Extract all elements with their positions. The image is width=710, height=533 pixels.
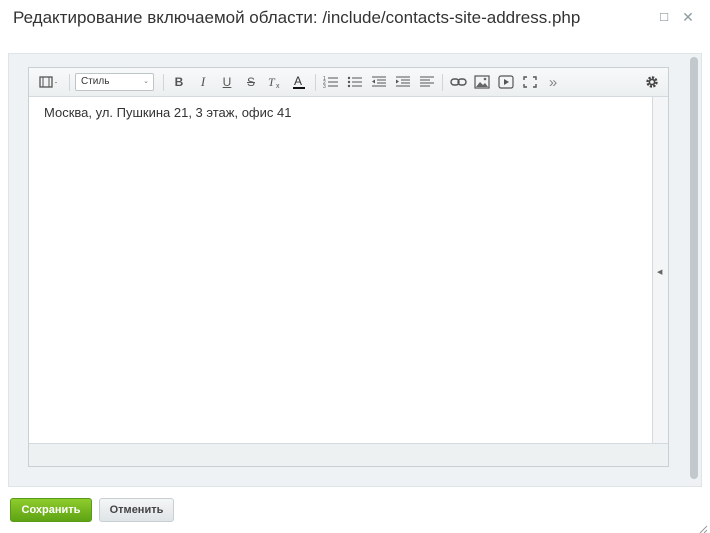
toolbar-separator bbox=[442, 74, 443, 91]
html-editor: Стиль ⌄ B I U S Tx A 123 » Москва, ул. П… bbox=[28, 67, 669, 467]
side-panel: ◀ bbox=[652, 97, 668, 443]
text-color-button[interactable]: A bbox=[289, 73, 309, 91]
link-icon bbox=[450, 78, 467, 86]
toolbar-separator bbox=[163, 74, 164, 91]
scrollbar-thumb[interactable] bbox=[690, 57, 698, 479]
settings-button[interactable] bbox=[642, 73, 662, 91]
maximize-icon[interactable]: ☐ bbox=[656, 10, 672, 26]
view-mode-icon bbox=[39, 76, 57, 88]
dialog-header: Редактирование включаемой области: /incl… bbox=[0, 0, 710, 38]
ordered-list-button[interactable]: 123 bbox=[321, 73, 341, 91]
strikethrough-button[interactable]: S bbox=[241, 73, 261, 91]
indent-icon bbox=[396, 76, 410, 87]
link-button[interactable] bbox=[449, 73, 469, 91]
editor-content-area[interactable]: Москва, ул. Пушкина 21, 3 этаж, офис 41 bbox=[29, 97, 652, 443]
save-button[interactable]: Сохранить bbox=[10, 498, 92, 522]
chevron-down-icon: ⌄ bbox=[143, 78, 149, 85]
view-mode-button[interactable] bbox=[35, 73, 61, 91]
resize-grip-svg bbox=[699, 525, 708, 533]
underline-button[interactable]: U bbox=[217, 73, 237, 91]
remove-format-icon: Tx bbox=[268, 75, 280, 89]
italic-button[interactable]: I bbox=[193, 73, 213, 91]
unordered-list-icon bbox=[347, 76, 362, 88]
video-button[interactable] bbox=[496, 73, 516, 91]
style-select[interactable]: Стиль ⌄ bbox=[75, 73, 154, 91]
more-button[interactable]: » bbox=[543, 73, 563, 91]
style-select-value: Стиль bbox=[81, 76, 110, 87]
collapse-arrow-icon[interactable]: ◀ bbox=[657, 268, 665, 278]
cancel-button[interactable]: Отменить bbox=[99, 498, 174, 522]
fullscreen-button[interactable] bbox=[520, 73, 540, 91]
editor-toolbar: Стиль ⌄ B I U S Tx A 123 » bbox=[29, 68, 668, 97]
resize-grip-icon[interactable] bbox=[698, 521, 708, 533]
close-icon[interactable]: ✕ bbox=[680, 10, 696, 26]
align-button[interactable] bbox=[417, 73, 437, 91]
svg-text:A: A bbox=[294, 74, 302, 88]
remove-format-button[interactable]: Tx bbox=[265, 73, 285, 91]
svg-text:T: T bbox=[268, 75, 276, 89]
ordered-list-icon: 123 bbox=[323, 76, 338, 89]
fullscreen-icon bbox=[523, 76, 537, 88]
align-left-icon bbox=[420, 76, 434, 87]
outdent-button[interactable] bbox=[369, 73, 389, 91]
gear-icon bbox=[646, 76, 658, 88]
outdent-icon bbox=[372, 76, 386, 87]
bold-button[interactable]: B bbox=[169, 73, 189, 91]
unordered-list-button[interactable] bbox=[345, 73, 365, 91]
editor-content-text[interactable]: Москва, ул. Пушкина 21, 3 этаж, офис 41 bbox=[44, 105, 291, 120]
image-button[interactable] bbox=[472, 73, 492, 91]
indent-button[interactable] bbox=[393, 73, 413, 91]
editor-status-bar bbox=[29, 443, 668, 466]
image-icon bbox=[474, 75, 490, 89]
svg-text:3: 3 bbox=[323, 84, 326, 89]
svg-text:x: x bbox=[276, 83, 280, 89]
text-color-icon: A bbox=[293, 74, 305, 89]
video-icon bbox=[498, 75, 514, 89]
dialog-title: Редактирование включаемой области: /incl… bbox=[13, 8, 581, 27]
toolbar-separator bbox=[69, 74, 70, 91]
toolbar-separator bbox=[315, 74, 316, 91]
